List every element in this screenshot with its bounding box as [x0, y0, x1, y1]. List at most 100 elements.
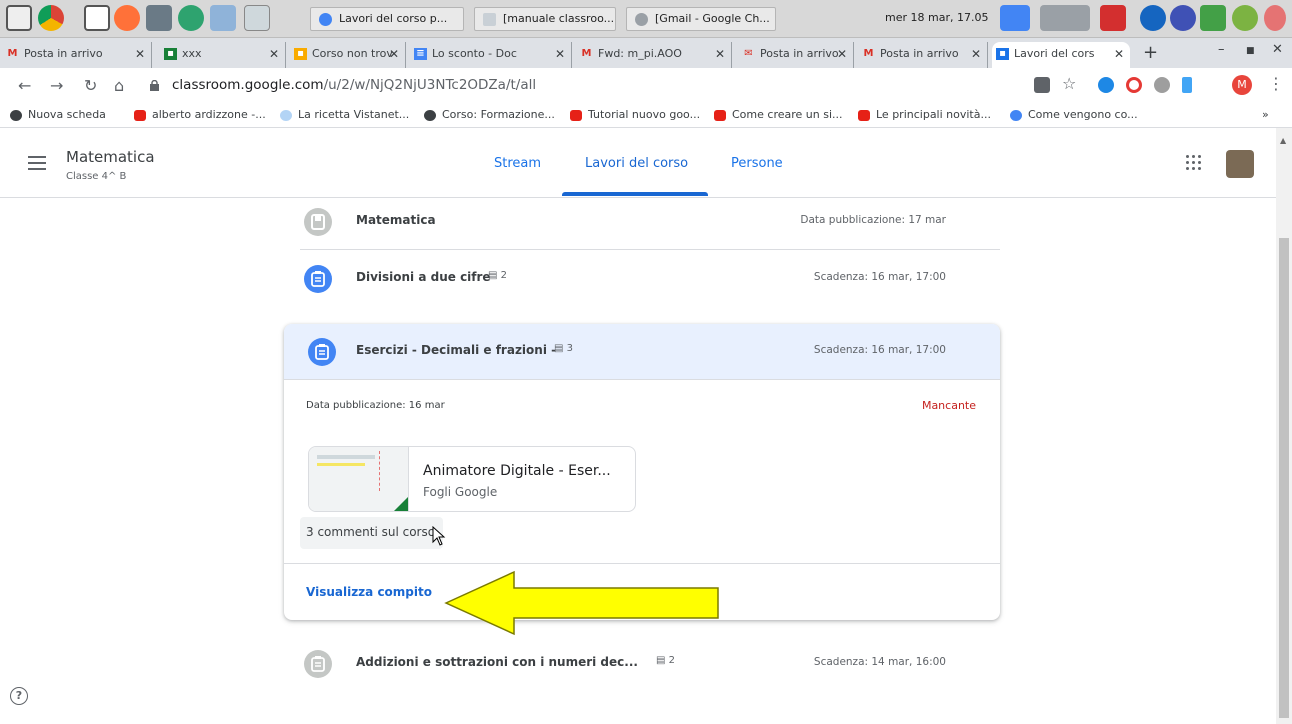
- class-comments-link[interactable]: 3 commenti sul corso: [300, 517, 444, 549]
- card-header[interactable]: Esercizi - Decimali e frazioni - ▤ 3 Sca…: [284, 324, 1000, 380]
- profile-avatar[interactable]: M: [1232, 75, 1252, 95]
- item-date: Scadenza: 16 mar, 17:00: [813, 344, 946, 356]
- browser-tab[interactable]: M Posta in arrivo ✕: [2, 42, 152, 68]
- gmail-icon: M: [863, 48, 874, 59]
- power-icon[interactable]: [1100, 5, 1126, 31]
- user-icon[interactable]: [1264, 5, 1286, 31]
- screenshot-icon[interactable]: [146, 5, 172, 31]
- class-title[interactable]: Matematica: [66, 148, 155, 166]
- youtube-icon: [858, 110, 870, 121]
- tab-stream[interactable]: Stream: [494, 156, 541, 171]
- close-tab-icon[interactable]: ✕: [135, 42, 145, 66]
- browser-tab-active[interactable]: ▪ Lavori del cors ✕: [992, 42, 1130, 68]
- extension-pen-icon[interactable]: [1182, 77, 1192, 93]
- close-tab-icon[interactable]: ✕: [715, 42, 725, 66]
- firefox-icon[interactable]: [114, 5, 140, 31]
- assignment-icon: [304, 650, 332, 678]
- class-section: Classe 4^ B: [66, 171, 127, 182]
- apps-grid-icon[interactable]: [1186, 155, 1202, 171]
- system-clock[interactable]: mer 18 mar, 17.05: [885, 11, 988, 24]
- hamburger-menu-icon[interactable]: [28, 156, 46, 174]
- bookmark-item[interactable]: Le principali novità...: [858, 108, 991, 121]
- minimize-icon[interactable]: –: [1218, 42, 1225, 57]
- network-icon[interactable]: [178, 5, 204, 31]
- network-status-icon[interactable]: [1200, 5, 1226, 31]
- tray-blank: [1040, 5, 1090, 31]
- close-tab-icon[interactable]: ✕: [1114, 42, 1124, 66]
- comment-count: ▤ 3: [554, 343, 574, 354]
- bookmark-item[interactable]: Come creare un si...: [714, 108, 843, 121]
- browser-tab[interactable]: M Posta in arrivo ✕: [858, 42, 988, 68]
- bookmark-star-icon[interactable]: ☆: [1062, 74, 1076, 93]
- classroom-icon: ▪: [996, 48, 1009, 60]
- account-avatar[interactable]: [1226, 150, 1254, 178]
- comment-count: ▤ 2: [656, 655, 676, 666]
- opera-icon[interactable]: [1126, 77, 1142, 93]
- extension-link-icon[interactable]: [1154, 77, 1170, 93]
- assignment-row[interactable]: Addizioni e sottrazioni con i numeri dec…: [300, 636, 1000, 692]
- save-icon[interactable]: [210, 5, 236, 31]
- extension-blue-icon[interactable]: [1098, 77, 1114, 93]
- tab-people[interactable]: Persone: [731, 156, 783, 171]
- close-tab-icon[interactable]: ✕: [555, 42, 565, 66]
- google-icon: [1010, 110, 1022, 121]
- window-icon[interactable]: [244, 5, 270, 31]
- file-icon[interactable]: [84, 5, 110, 31]
- taskbar-task-manual[interactable]: [manuale classroo...: [474, 7, 616, 31]
- tab-classwork[interactable]: Lavori del corso: [585, 156, 688, 171]
- shield-icon[interactable]: [1170, 5, 1196, 31]
- forward-icon[interactable]: →: [50, 76, 63, 95]
- chrome-launcher-icon[interactable]: [38, 5, 64, 31]
- scroll-up-icon[interactable]: ▲: [1280, 136, 1286, 145]
- browser-tab[interactable]: ✉ Posta in arrivo ✕: [738, 42, 854, 68]
- bookmark-item[interactable]: Corso: Formazione...: [424, 108, 555, 121]
- card-divider: [284, 563, 1000, 564]
- browser-tab[interactable]: ▪ xxx ✕: [160, 42, 286, 68]
- reload-icon[interactable]: ↻: [84, 76, 97, 95]
- address-bar[interactable]: classroom.google.com/u/2/w/NjQ2NjU3NTc2O…: [142, 74, 1032, 98]
- bookmark-item[interactable]: La ricetta Vistanet...: [280, 108, 409, 121]
- youtube-icon: [134, 110, 146, 121]
- bookmarks-overflow[interactable]: »: [1262, 108, 1269, 121]
- youtube-icon: [570, 110, 582, 121]
- browser-tab[interactable]: ▪ Corso non trov ✕: [290, 42, 406, 68]
- menu-kebab-icon[interactable]: ⋮: [1268, 74, 1284, 93]
- browser-tab[interactable]: M Fwd: m_pi.AOO ✕: [576, 42, 732, 68]
- maximize-icon[interactable]: ■: [1246, 46, 1255, 56]
- chat-icon[interactable]: [6, 5, 32, 31]
- view-assignment-link[interactable]: Visualizza compito: [306, 585, 432, 599]
- chrome-icon: [319, 13, 332, 26]
- bookmark-item[interactable]: Tutorial nuovo goo...: [570, 108, 700, 121]
- bookmark-item[interactable]: Nuova scheda: [10, 108, 106, 121]
- comment-count: ▤ 2: [488, 270, 508, 281]
- bluetooth-icon[interactable]: [1140, 5, 1166, 31]
- document-icon: [483, 13, 496, 26]
- back-icon[interactable]: ←: [18, 76, 31, 95]
- close-tab-icon[interactable]: ✕: [837, 42, 847, 66]
- item-title: Matematica: [356, 213, 436, 227]
- taskbar-task-classroom[interactable]: Lavori del corso p...: [310, 7, 464, 31]
- close-tab-icon[interactable]: ✕: [971, 42, 981, 66]
- translate-icon[interactable]: [1034, 77, 1050, 93]
- chrome-icon: [635, 13, 648, 26]
- close-window-icon[interactable]: ✕: [1272, 42, 1283, 57]
- bookmark-item[interactable]: alberto ardizzone -...: [134, 108, 266, 121]
- docs-icon: ≡: [414, 48, 427, 60]
- new-tab-button[interactable]: +: [1143, 42, 1158, 63]
- attachment-card[interactable]: Animatore Digitale - Eser... Fogli Googl…: [308, 446, 636, 512]
- item-date: Data pubblicazione: 17 mar: [800, 214, 946, 226]
- scrollbar-thumb[interactable]: [1279, 238, 1289, 718]
- item-title: Esercizi - Decimali e frazioni -: [356, 343, 557, 357]
- close-tab-icon[interactable]: ✕: [269, 42, 279, 66]
- taskbar-task-gmail[interactable]: [Gmail - Google Ch...: [626, 7, 776, 31]
- help-icon[interactable]: ?: [10, 687, 28, 705]
- home-icon[interactable]: ⌂: [114, 76, 124, 95]
- bookmark-item[interactable]: Come vengono co...: [1010, 108, 1138, 121]
- volume-icon[interactable]: [1232, 5, 1258, 31]
- topic-row[interactable]: Matematica Data pubblicazione: 17 mar: [300, 194, 1000, 250]
- close-tab-icon[interactable]: ✕: [389, 42, 399, 66]
- assignment-row[interactable]: Divisioni a due cifre ▤ 2 Scadenza: 16 m…: [300, 251, 1000, 307]
- chrome-tray-icon[interactable]: [1000, 5, 1030, 31]
- page-scrollbar[interactable]: ▲: [1276, 128, 1292, 724]
- browser-tab[interactable]: ≡ Lo sconto - Doc ✕: [410, 42, 572, 68]
